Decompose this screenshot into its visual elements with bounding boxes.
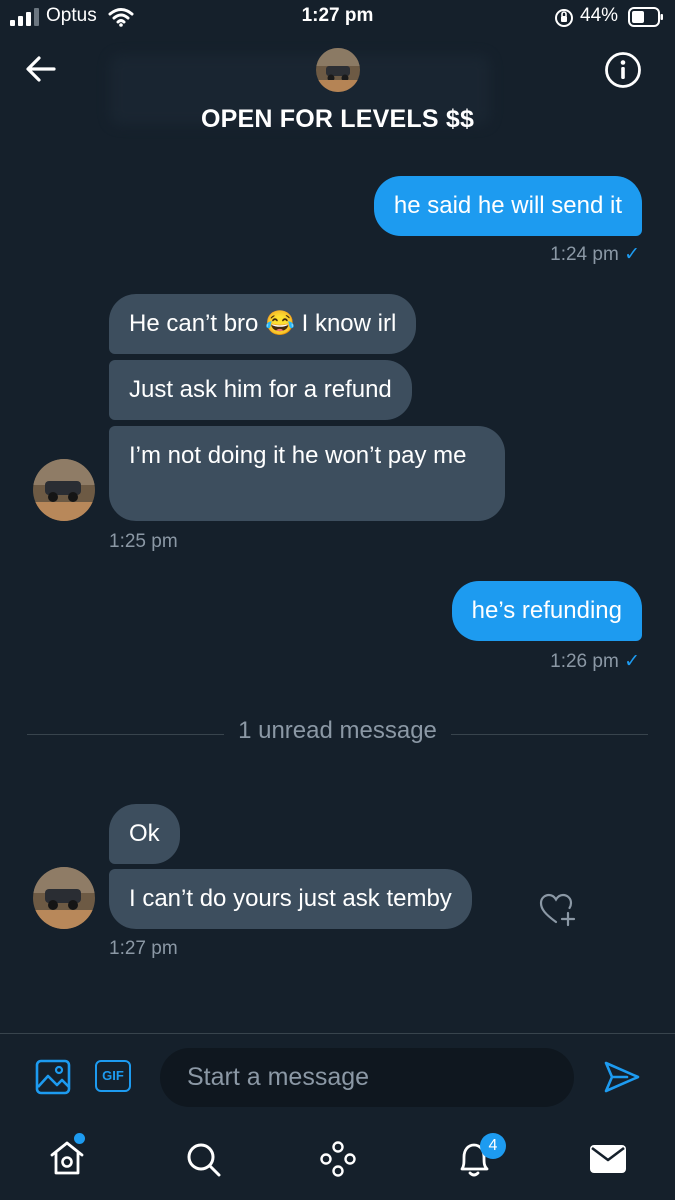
- message-timestamp: 1:24 pm ✓: [550, 243, 640, 266]
- message-timestamp: 1:26 pm ✓: [550, 650, 640, 673]
- incoming-message[interactable]: I can’t do yours just ask temby: [109, 869, 472, 929]
- add-reaction-heart-icon[interactable]: [539, 892, 577, 928]
- home-icon[interactable]: [47, 1138, 87, 1178]
- header-avatar[interactable]: [316, 48, 360, 92]
- timestamp-text: 1:26 pm: [550, 651, 619, 672]
- notifications-badge: 4: [480, 1133, 506, 1159]
- battery-percent: 44%: [580, 5, 619, 26]
- messages-envelope-icon[interactable]: [589, 1143, 627, 1175]
- sent-check-icon: ✓: [624, 651, 640, 672]
- image-icon[interactable]: [35, 1059, 71, 1095]
- composer-divider: [0, 1033, 675, 1034]
- timestamp-text: 1:24 pm: [550, 244, 619, 265]
- unread-divider: 1 unread message: [0, 717, 675, 745]
- search-icon[interactable]: [184, 1140, 224, 1180]
- orientation-lock-icon: [555, 9, 573, 27]
- home-notification-dot: [74, 1133, 85, 1144]
- status-bar: Optus 1:27 pm 44%: [0, 0, 675, 36]
- unread-divider-label: 1 unread message: [224, 717, 451, 744]
- message-timestamp: 1:25 pm: [109, 531, 178, 552]
- outgoing-message[interactable]: he’s refunding: [451, 581, 642, 641]
- incoming-message[interactable]: Just ask him for a refund: [109, 360, 412, 420]
- gif-button[interactable]: GIF: [95, 1060, 131, 1092]
- info-icon[interactable]: [604, 51, 642, 89]
- conversation-title[interactable]: OPEN FOR LEVELS $$: [0, 105, 675, 134]
- outgoing-message[interactable]: he said he will send it: [373, 176, 642, 236]
- incoming-message[interactable]: He can’t bro 😂 I know irl: [109, 294, 417, 354]
- battery-icon: [628, 7, 663, 27]
- back-arrow-icon[interactable]: [24, 52, 58, 86]
- incoming-message[interactable]: Ok: [109, 804, 180, 864]
- sender-avatar[interactable]: [33, 459, 95, 521]
- message-timestamp: 1:27 pm: [109, 938, 178, 959]
- spaces-icon[interactable]: [318, 1139, 358, 1179]
- message-input[interactable]: [160, 1048, 574, 1107]
- incoming-message[interactable]: I’m not doing it he won’t pay me: [109, 426, 505, 521]
- send-icon[interactable]: [603, 1060, 641, 1094]
- sent-check-icon: ✓: [624, 244, 640, 265]
- sender-avatar[interactable]: [33, 867, 95, 929]
